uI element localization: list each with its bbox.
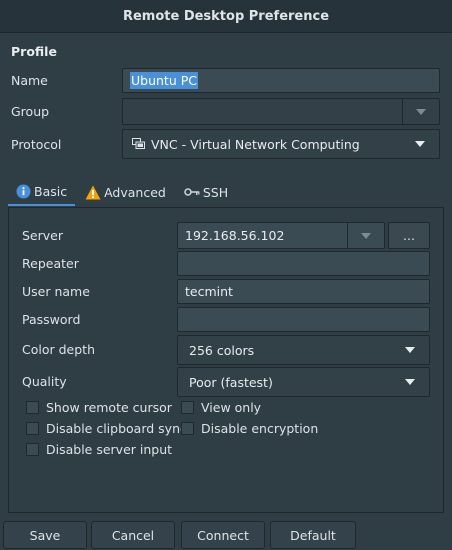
disable-encryption-label: Disable encryption [201,421,319,436]
tab-basic[interactable]: Basic [8,178,76,206]
default-button[interactable]: Default [270,521,356,549]
checkbox-box[interactable] [26,443,39,456]
cancel-button[interactable]: Cancel [91,521,175,549]
username-field[interactable]: tecmint [177,279,430,304]
warning-icon [85,185,101,200]
color-depth-combo[interactable]: 256 colors [177,335,430,365]
repeater-label: Repeater [22,256,79,271]
repeater-field[interactable] [177,251,430,276]
show-remote-cursor-checkbox[interactable]: Show remote cursor [26,400,172,415]
info-icon [16,184,31,199]
tab-ssh-label: SSH [202,184,229,200]
checkbox-box[interactable] [181,401,194,414]
group-dropdown-button[interactable] [402,99,439,124]
connect-button[interactable]: Connect [181,521,265,549]
quality-combo[interactable]: Poor (fastest) [177,367,430,397]
chevron-down-icon [361,232,371,239]
group-label: Group [11,104,50,119]
name-label: Name [11,73,48,88]
username-field-value: tecmint [185,284,233,299]
disable-clipboard-sync-label: Disable clipboard sync [46,421,187,436]
server-browse-button[interactable]: ... [388,222,430,249]
tab-basic-label: Basic [34,183,68,199]
disable-encryption-checkbox[interactable]: Disable encryption [181,421,318,436]
server-combo-value: 192.168.56.102 [185,228,285,243]
name-field-value: Ubuntu PC [130,72,198,89]
quality-label: Quality [22,374,67,389]
password-field[interactable] [177,307,430,332]
key-icon [184,187,200,197]
quality-combo-value: Poor (fastest) [189,374,273,390]
server-dropdown-button[interactable] [347,223,384,248]
name-field[interactable]: Ubuntu PC [122,68,440,93]
checkbox-box[interactable] [26,401,39,414]
disable-server-input-label: Disable server input [46,442,173,457]
view-only-label: View only [201,400,262,415]
server-label: Server [22,228,63,243]
vnc-protocol-icon [132,138,145,150]
view-only-checkbox[interactable]: View only [181,400,261,415]
color-depth-label: Color depth [22,342,95,357]
chevron-down-icon [405,347,415,353]
protocol-combo[interactable]: VNC - Virtual Network Computing [122,129,440,159]
color-depth-combo-value: 256 colors [189,342,255,358]
server-combo[interactable]: 192.168.56.102 [177,222,385,249]
window-title: Remote Desktop Preference [0,0,452,33]
password-label: Password [22,312,81,327]
group-combo[interactable] [122,98,440,125]
disable-server-input-checkbox[interactable]: Disable server input [26,442,172,457]
chevron-down-icon [405,379,415,385]
protocol-combo-value: VNC - Virtual Network Computing [151,136,360,152]
chevron-down-icon [416,108,426,115]
checkbox-box[interactable] [181,422,194,435]
profile-section-title: Profile [11,44,57,59]
tab-bar: Basic Advanced SSH [8,178,238,206]
checkbox-box[interactable] [26,422,39,435]
tab-ssh[interactable]: SSH [176,178,236,206]
disable-clipboard-sync-checkbox[interactable]: Disable clipboard sync [26,421,187,436]
tab-advanced-label: Advanced [104,184,166,200]
chevron-down-icon [415,141,425,147]
show-remote-cursor-label: Show remote cursor [46,400,172,415]
save-button[interactable]: Save [3,521,87,549]
protocol-label: Protocol [11,137,62,152]
username-label: User name [22,284,90,299]
tab-advanced[interactable]: Advanced [77,178,174,206]
